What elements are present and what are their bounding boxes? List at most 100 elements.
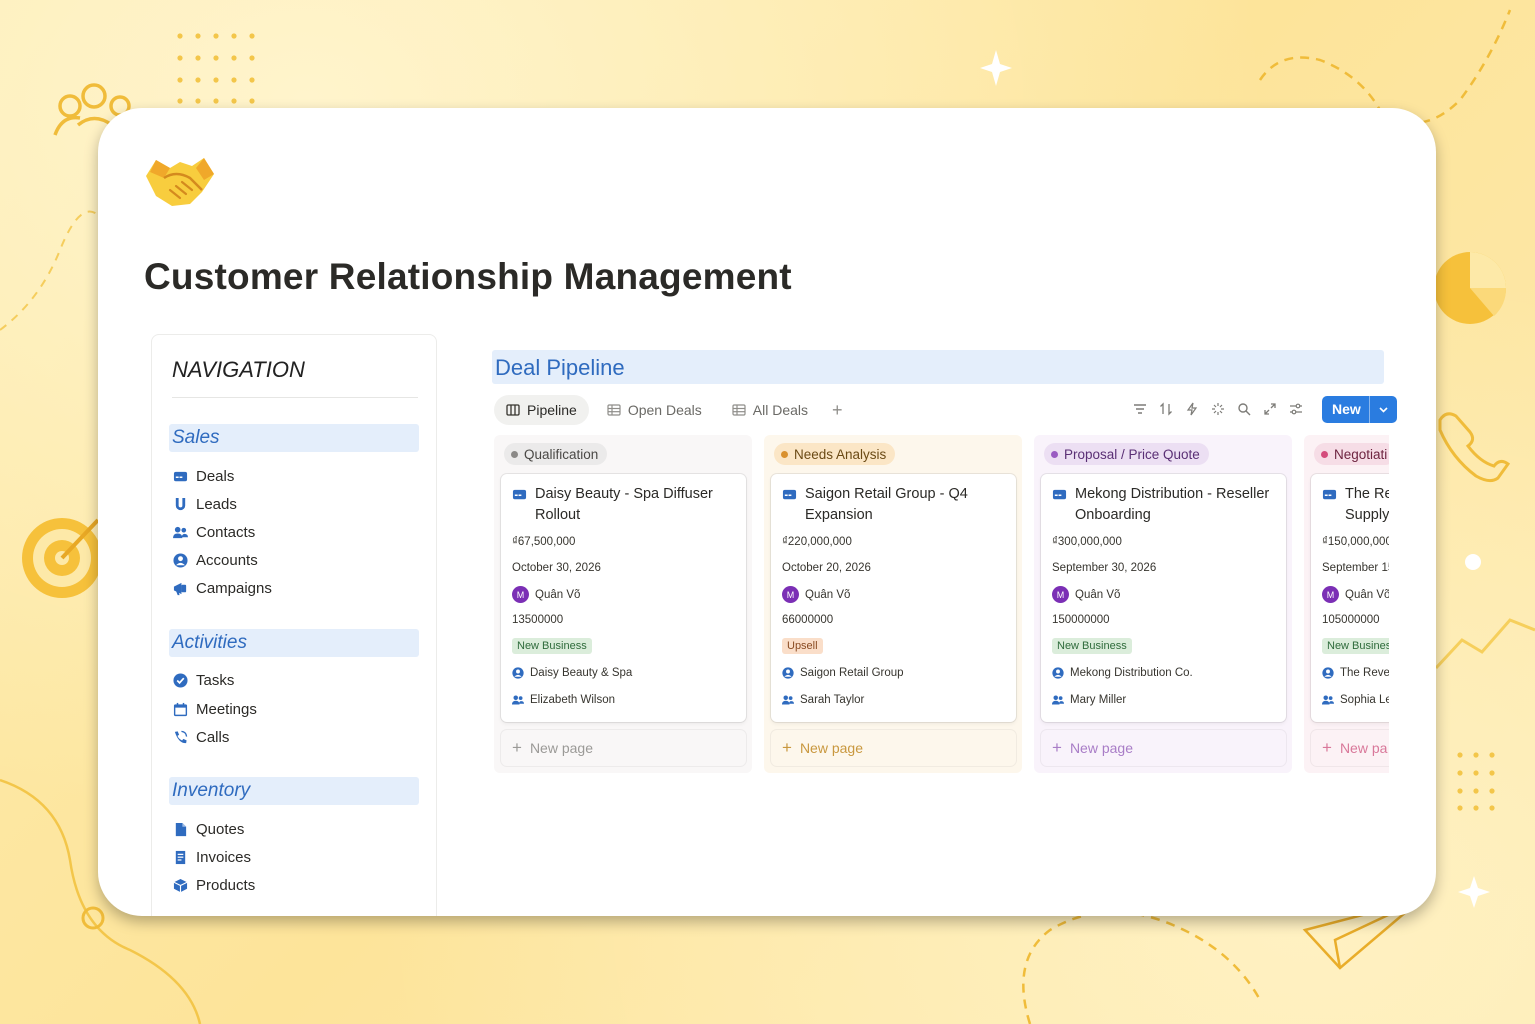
nav-item-label: Products [196,876,256,894]
deal-contact: Mary Miller [1052,694,1126,706]
plus-icon: + [782,738,792,757]
nav-item-quotes[interactable]: Quotes [173,818,244,840]
tab-open-deals[interactable]: Open Deals [595,395,714,425]
new-page-button[interactable]: + New page [771,730,1016,766]
deal-owner: M Quân Võ [512,586,580,603]
column-status-pill[interactable]: Negotiati [1314,443,1389,465]
deal-type-tag: New Business [512,638,592,654]
new-page-label: New page [799,740,863,756]
new-page-label: New page [1069,740,1133,756]
nav-item-deals[interactable]: Deals [173,465,234,487]
filter-icon[interactable] [1132,401,1148,417]
nav-item-products[interactable]: Products [173,874,255,896]
status-dot [511,450,518,458]
table-icon [607,404,621,416]
deal-amount: ₫220,000,000 [782,536,852,548]
search-icon[interactable] [1236,401,1252,417]
deal-title[interactable]: The Re Supply [1322,484,1389,526]
user-circle-icon [173,552,188,568]
deal-title[interactable]: Daisy Beauty - Spa Diffuser Rollout [512,484,736,526]
view-toolbar: New [1132,395,1397,423]
nav-item-campaigns[interactable]: Campaigns [173,577,272,599]
tab-pipeline[interactable]: Pipeline [494,395,589,425]
nav-item-label: Leads [196,495,237,513]
deal-title[interactable]: Saigon Retail Group - Q4 Expansion [782,484,1006,526]
deal-number: 13500000 [512,614,564,626]
sparkle-icon[interactable] [1210,401,1226,417]
deal-card[interactable]: Mekong Distribution - Reseller Onboardin… [1041,474,1286,722]
nav-item-meetings[interactable]: Meetings [173,698,257,720]
add-view-button[interactable]: + [826,400,849,421]
avatar: M [1322,586,1339,603]
settings-icon[interactable] [1288,401,1304,417]
nav-item-label: Calls [196,728,230,746]
deal-type-tag: Upsell [782,638,823,654]
nav-item-label: Quotes [196,820,245,838]
account-name: The Rever [1340,667,1389,679]
tab-label: Pipeline [527,402,577,418]
target-decoration [22,518,102,598]
nav-section-activities[interactable]: Activities [169,629,419,657]
new-button[interactable]: New [1322,395,1397,423]
deal-contact: Sophia Le [1322,694,1389,706]
deal-card[interactable]: Daisy Beauty - Spa Diffuser Rollout ₫67,5… [501,474,746,722]
deal-card[interactable]: The Re Supply ₫150,000,000 September 15 M Quâ… [1311,474,1389,722]
user-circle-icon [1322,667,1334,679]
nav-item-tasks[interactable]: Tasks [173,669,234,691]
account-name: Saigon Retail Group [800,667,904,679]
deal-type-tag: New Busines [1322,638,1389,654]
sort-icon[interactable] [1158,401,1174,417]
deal-type: New Busines [1322,638,1389,654]
calendar-icon [173,702,188,716]
card-icon [512,489,527,500]
account-name: Daisy Beauty & Spa [530,667,633,679]
owner-name: Quân Võ [1345,588,1389,601]
contact-name: Mary Miller [1070,694,1127,706]
nav-item-accounts[interactable]: Accounts [173,549,258,571]
avatar: M [1052,586,1069,603]
card-icon [782,489,797,500]
new-page-button[interactable]: + New page [1041,730,1286,766]
nav-item-calls[interactable]: Calls [173,726,229,748]
deal-card[interactable]: Saigon Retail Group - Q4 Expansion ₫220,0… [771,474,1016,722]
chevron-down-icon[interactable] [1370,404,1397,415]
view-tabs: Pipeline Open Deals All Deals + [494,395,849,425]
nav-section-inventory[interactable]: Inventory [169,777,419,805]
owner-name: Quân Võ [805,588,851,601]
navigation-panel: NAVIGATION Sales Deals Leads Contacts Ac… [151,334,437,916]
card-icon [1052,489,1067,500]
nav-item-contacts[interactable]: Contacts [173,521,255,543]
column-status-pill[interactable]: Qualification [504,443,608,465]
column-label: Negotiati [1334,446,1388,462]
deal-title-line: The Re [1345,486,1389,502]
column-status-pill[interactable]: Proposal / Price Quote [1044,443,1209,465]
new-page-label: New pa [1339,740,1388,756]
contact-name: Sophia Le [1340,694,1389,706]
dot-grid-bottom-right [1457,752,1495,811]
lightning-icon[interactable] [1184,401,1200,417]
deal-title-text: Saigon Retail Group - Q4 Expansion [805,486,968,523]
new-page-button[interactable]: + New pa [1311,730,1389,766]
nav-item-label: Contacts [196,523,256,541]
page-title: Customer Relationship Management [144,256,792,297]
pie-chart-decoration [1434,252,1507,324]
deal-close-date: September 30, 2026 [1052,562,1157,574]
owner-name: Quân Võ [535,588,581,601]
deal-number: 105000000 [1322,614,1380,626]
nav-section-sales[interactable]: Sales [169,424,419,452]
expand-icon[interactable] [1262,401,1278,417]
nav-item-invoices[interactable]: Invoices [173,846,251,868]
column-status-pill[interactable]: Needs Analysis [774,443,896,465]
magnet-icon [175,497,186,510]
check-circle-icon [173,672,188,688]
tab-all-deals[interactable]: All Deals [720,395,820,425]
new-page-button[interactable]: + New page [501,730,746,766]
deal-title[interactable]: Mekong Distribution - Reseller Onboardin… [1052,484,1276,526]
deal-close-date: October 30, 2026 [512,562,601,574]
nav-item-leads[interactable]: Leads [173,493,237,515]
deal-amount: ₫150,000,000 [1322,536,1389,548]
deal-title-line: Supply [1345,507,1389,523]
nav-item-label: Campaigns [196,579,272,597]
kanban-column: Needs Analysis Saigon Retail Group - Q4 E… [764,435,1022,773]
plus-icon: + [1052,738,1062,757]
